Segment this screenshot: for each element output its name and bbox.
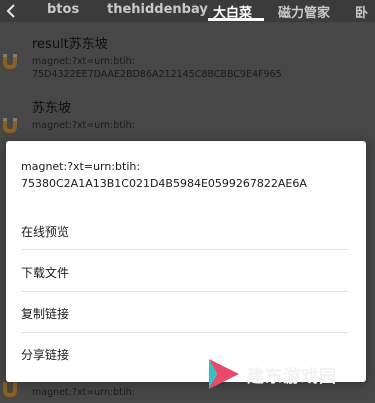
copy-link-option[interactable]: 复制链接 bbox=[21, 294, 351, 332]
dialog-link-prefix: magnet:?xt=urn:btih: bbox=[21, 160, 141, 173]
watermark-logo-icon bbox=[209, 359, 239, 389]
divider bbox=[21, 249, 348, 250]
back-arrow-icon bbox=[6, 4, 15, 18]
download-file-option[interactable]: 下载文件 bbox=[21, 253, 351, 291]
divider bbox=[21, 332, 348, 333]
tab-cili-guanjia[interactable]: 磁力管家 bbox=[278, 2, 330, 21]
tab-overflow[interactable]: 卧 bbox=[355, 2, 368, 21]
tab-thehiddenbay[interactable]: thehiddenbay bbox=[107, 2, 208, 17]
active-tab-indicator bbox=[208, 18, 264, 21]
dialog-magnet-link: magnet:?xt=urn:btih: 75380C2A1A13B1C021D… bbox=[21, 158, 351, 192]
watermark: 建东游戏园 bbox=[205, 355, 355, 393]
back-button[interactable] bbox=[0, 0, 22, 22]
option-label: 复制链接 bbox=[21, 307, 70, 321]
tab-btos[interactable]: btos bbox=[47, 2, 79, 17]
divider bbox=[21, 291, 348, 292]
option-label: 下载文件 bbox=[21, 266, 70, 280]
online-preview-option[interactable]: 在线预览 bbox=[21, 212, 351, 250]
dialog-link-hash: 75380C2A1A13B1C021D4B5984E0599267822AE6A bbox=[21, 177, 307, 190]
watermark-text: 建东游戏园 bbox=[247, 367, 337, 387]
option-label: 在线预览 bbox=[21, 225, 70, 239]
option-label: 分享链接 bbox=[21, 348, 70, 362]
tab-bar: btos thehiddenbay 大白菜 磁力管家 卧 bbox=[0, 0, 375, 22]
action-dialog: magnet:?xt=urn:btih: 75380C2A1A13B1C021D… bbox=[6, 141, 366, 382]
